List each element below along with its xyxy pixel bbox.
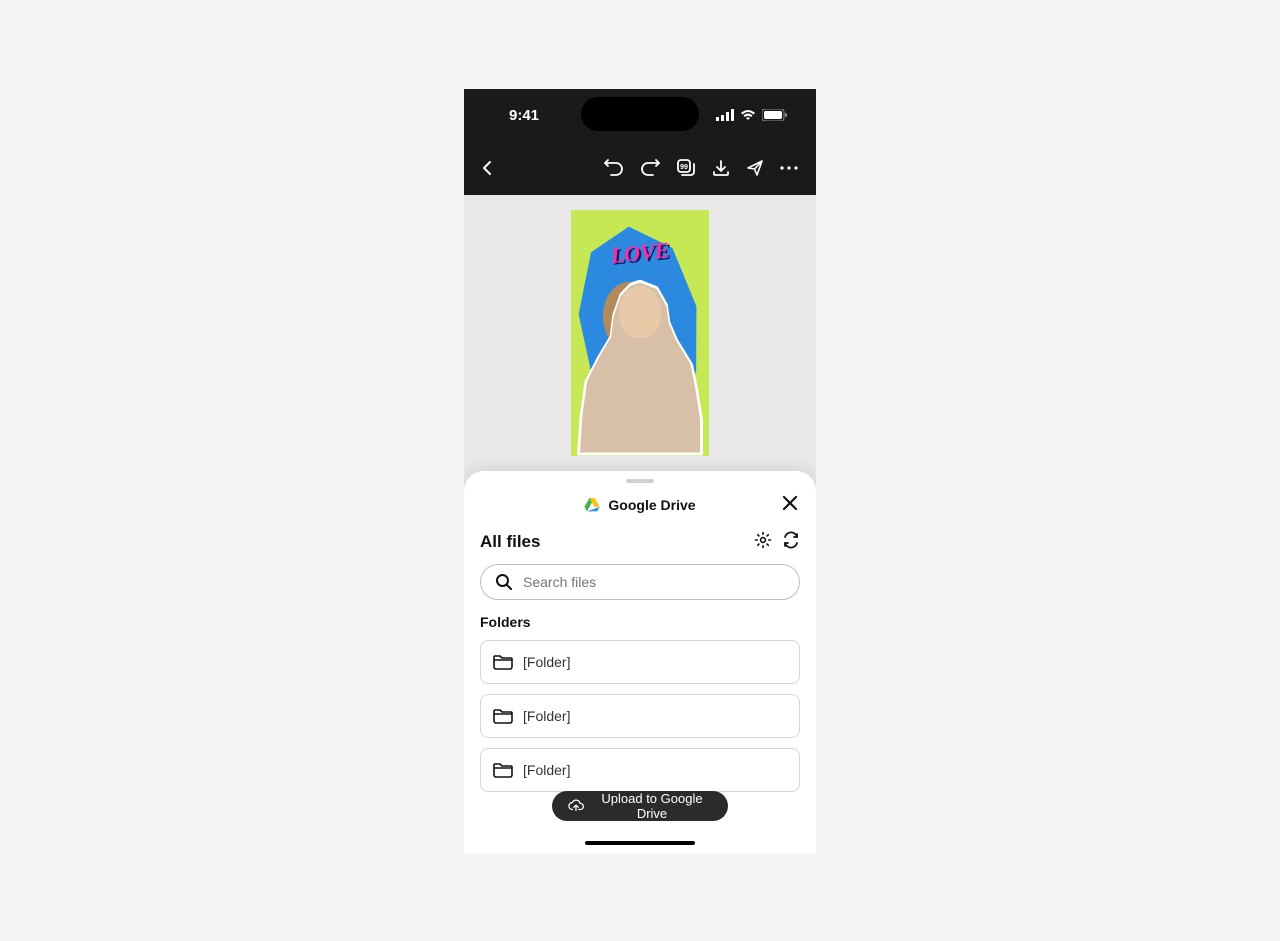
folder-name: [Folder] xyxy=(523,654,570,670)
folder-item[interactable]: [Folder] xyxy=(480,748,800,792)
back-button[interactable] xyxy=(482,160,492,176)
search-wrap xyxy=(464,564,816,614)
folder-icon xyxy=(493,708,513,724)
status-indicators xyxy=(716,109,788,121)
status-bar: 9:41 xyxy=(464,89,816,142)
search-input[interactable] xyxy=(523,574,785,590)
person-cutout xyxy=(577,280,703,456)
close-button[interactable] xyxy=(782,495,798,516)
upload-button[interactable]: Upload to Google Drive xyxy=(552,791,728,821)
home-indicator[interactable] xyxy=(585,841,695,845)
wifi-icon xyxy=(740,109,756,121)
upload-label: Upload to Google Drive xyxy=(592,791,712,821)
love-text: LOVE xyxy=(609,237,670,269)
artwork-preview[interactable]: LOVE xyxy=(571,210,709,456)
phone-frame: 9:41 99 xyxy=(464,89,816,853)
all-files-label: All files xyxy=(480,532,540,552)
sheet-header: All files xyxy=(464,527,816,564)
canvas-area: LOVE xyxy=(464,195,816,475)
drive-sheet: Google Drive All files Folders xyxy=(464,471,816,853)
folder-icon xyxy=(493,762,513,778)
download-button[interactable] xyxy=(712,159,730,177)
sheet-title-row: Google Drive xyxy=(464,493,816,527)
svg-text:99: 99 xyxy=(680,164,688,171)
folder-list: [Folder] [Folder] [Folder] xyxy=(464,640,816,792)
refresh-button[interactable] xyxy=(782,531,800,554)
settings-button[interactable] xyxy=(754,531,772,554)
cellular-icon xyxy=(716,109,734,121)
battery-icon xyxy=(762,109,788,121)
notch xyxy=(581,97,699,131)
sheet-title: Google Drive xyxy=(608,497,695,513)
layers-button[interactable]: 99 xyxy=(676,158,696,178)
folder-name: [Folder] xyxy=(523,762,570,778)
send-button[interactable] xyxy=(746,159,764,177)
folders-label: Folders xyxy=(464,614,816,640)
folder-icon xyxy=(493,654,513,670)
folder-item[interactable]: [Folder] xyxy=(480,694,800,738)
editor-toolbar: 99 xyxy=(464,142,816,195)
google-drive-icon xyxy=(584,498,600,512)
redo-button[interactable] xyxy=(640,159,660,177)
status-time: 9:41 xyxy=(509,107,539,124)
search-icon xyxy=(495,573,513,591)
more-button[interactable] xyxy=(780,166,798,170)
undo-button[interactable] xyxy=(604,159,624,177)
cloud-upload-icon xyxy=(568,799,584,813)
folder-item[interactable]: [Folder] xyxy=(480,640,800,684)
drag-handle[interactable] xyxy=(626,479,654,483)
folder-name: [Folder] xyxy=(523,708,570,724)
search-box[interactable] xyxy=(480,564,800,600)
